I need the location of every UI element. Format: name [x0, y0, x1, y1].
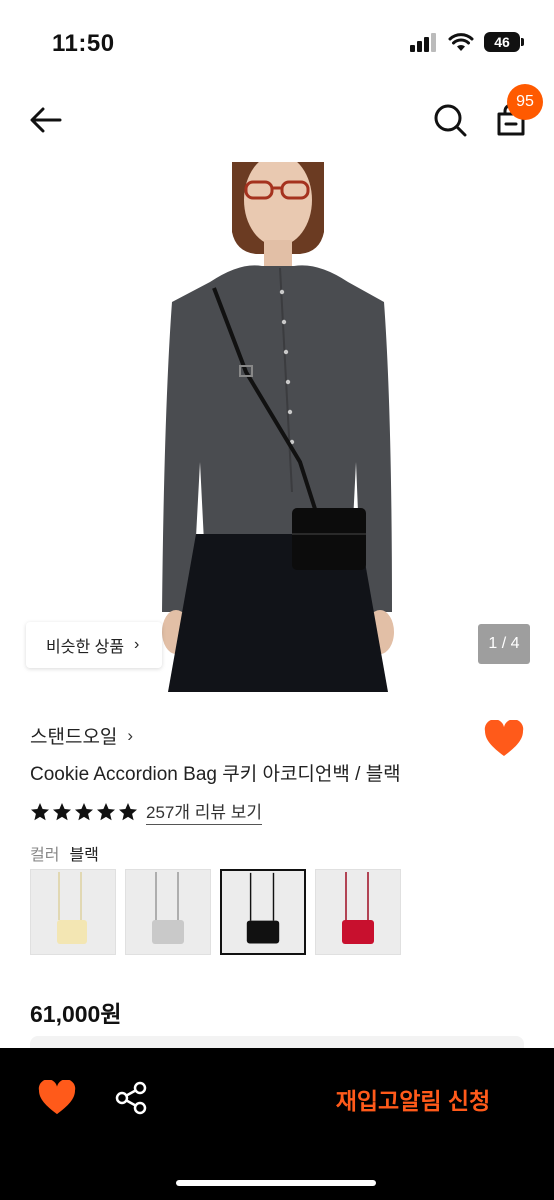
heart-icon[interactable] [38, 1080, 76, 1116]
star-icon [75, 802, 93, 820]
similar-products-label: 비슷한 상품 [46, 639, 125, 656]
share-icon[interactable] [114, 1080, 150, 1116]
similar-products-button[interactable]: 비슷한 상품 › [26, 622, 162, 668]
bag-thumbnail [246, 872, 280, 944]
swatch-cream[interactable] [30, 869, 116, 955]
bag-thumbnail [342, 872, 374, 944]
brand-link[interactable]: 스탠드오일 › [30, 722, 133, 749]
wifi-icon [448, 33, 474, 51]
star-icon [119, 802, 137, 820]
color-swatches [30, 869, 401, 955]
rating-row: 257개 리뷰 보기 [30, 798, 263, 825]
brand-name: 스탠드오일 [30, 727, 118, 748]
star-icon [97, 802, 115, 820]
review-link[interactable]: 257개 리뷰 보기 [146, 798, 263, 825]
cart-count-badge: 95 [507, 84, 543, 120]
bag-thumbnail [152, 872, 184, 944]
color-label: 컬러 [30, 847, 60, 864]
product-price: 61,000원 [30, 1001, 122, 1027]
swatch-red[interactable] [315, 869, 401, 955]
product-photo [0, 162, 554, 692]
home-indicator[interactable] [176, 1180, 376, 1186]
swatch-black[interactable] [220, 869, 306, 955]
status-time: 11:50 [52, 30, 115, 57]
swatch-silver[interactable] [125, 869, 211, 955]
star-icon [31, 802, 49, 820]
status-bar: 11:50 46 [0, 0, 554, 80]
heart-icon[interactable] [484, 720, 524, 758]
color-value: 블랙 [69, 847, 99, 864]
bottom-action-bar: 재입고알림 신청 [0, 1048, 554, 1200]
chevron-right-icon: › [127, 725, 134, 745]
product-image[interactable] [0, 162, 554, 692]
image-page-indicator: 1 / 4 [478, 624, 530, 664]
search-icon[interactable] [430, 100, 470, 140]
chevron-right-icon: › [134, 636, 140, 653]
nav-bar [0, 80, 554, 160]
restock-alert-button[interactable]: 재입고알림 신청 [318, 1082, 508, 1116]
color-option-row: 컬러 블랙 [30, 841, 99, 865]
battery-indicator: 46 [484, 32, 524, 52]
star-icon [53, 802, 71, 820]
battery-level: 46 [484, 32, 520, 52]
product-name: Cookie Accordion Bag 쿠키 아코디언백 / 블랙 [30, 764, 401, 785]
arrow-left-icon[interactable] [26, 100, 66, 140]
battery-tip [521, 38, 524, 46]
status-icons: 46 [410, 32, 524, 52]
bag-thumbnail [57, 872, 87, 944]
cellular-signal-icon [410, 33, 436, 52]
rating-stars [30, 802, 138, 822]
